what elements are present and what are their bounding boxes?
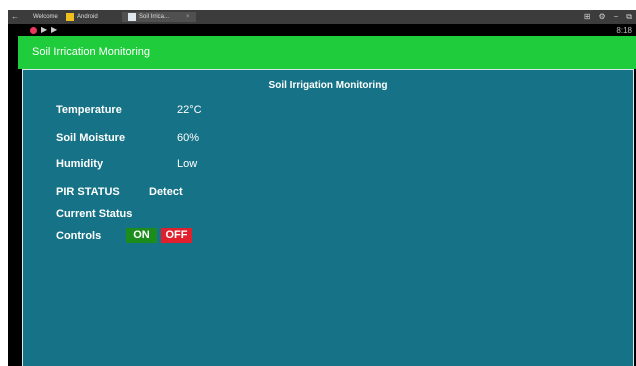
pir-status-label: PIR STATUS [56,186,120,198]
app-tab-icon [128,13,136,21]
tab-label: Welcome [33,14,58,20]
tab-label: Soil Irrica... [139,14,170,20]
close-icon[interactable]: × [186,12,190,22]
status-bar: ▶ ▶ 8:18 [8,24,636,36]
panel-title: Soil Irrigation Monitoring [268,80,388,91]
humidity-label: Humidity [56,158,104,170]
play-icon[interactable]: ▶ [41,25,47,35]
welcome-tab-icon [22,13,30,21]
off-button[interactable]: OFF [161,228,192,243]
app-bar-title: Soil Irrication Monitoring [32,46,150,58]
skip-icon[interactable]: ▶ [51,25,57,35]
app-bar: Soil Irrication Monitoring [18,36,636,69]
controls-label: Controls [56,230,102,242]
back-arrow-icon[interactable]: ← [11,12,19,21]
restore-icon[interactable]: ⧉ [626,12,632,21]
android-tab-icon [66,13,74,21]
tab-soil-app[interactable]: Soil Irrica... × [122,12,196,22]
temperature-value: 22°C [177,104,202,116]
humidity-value: Low [177,158,198,170]
monitoring-panel: Soil Irrigation Monitoring Temperature 2… [22,69,634,366]
minimize-icon[interactable]: − [614,12,619,21]
app-window: ← Welcome Android Soil Irrica... × ⊞ ⚙ −… [8,10,636,366]
tab-welcome[interactable]: Welcome [22,12,58,22]
window-controls: ⊞ ⚙ − ⧉ [584,12,632,21]
tab-android[interactable]: Android [66,12,98,22]
record-icon[interactable] [30,27,37,34]
current-status-label: Current Status [56,208,133,220]
pir-status-value: Detect [149,186,183,198]
settings-icon[interactable]: ⚙ [598,12,605,21]
temperature-label: Temperature [56,104,122,116]
browser-tab-bar: ← Welcome Android Soil Irrica... × ⊞ ⚙ −… [8,10,636,24]
status-clock: 8:18 [616,26,632,35]
on-button[interactable]: ON [126,228,157,243]
soil-moisture-value: 60% [177,132,200,144]
tab-label: Android [77,14,98,20]
soil-moisture-label: Soil Moisture [56,132,126,144]
network-icon[interactable]: ⊞ [584,12,591,21]
